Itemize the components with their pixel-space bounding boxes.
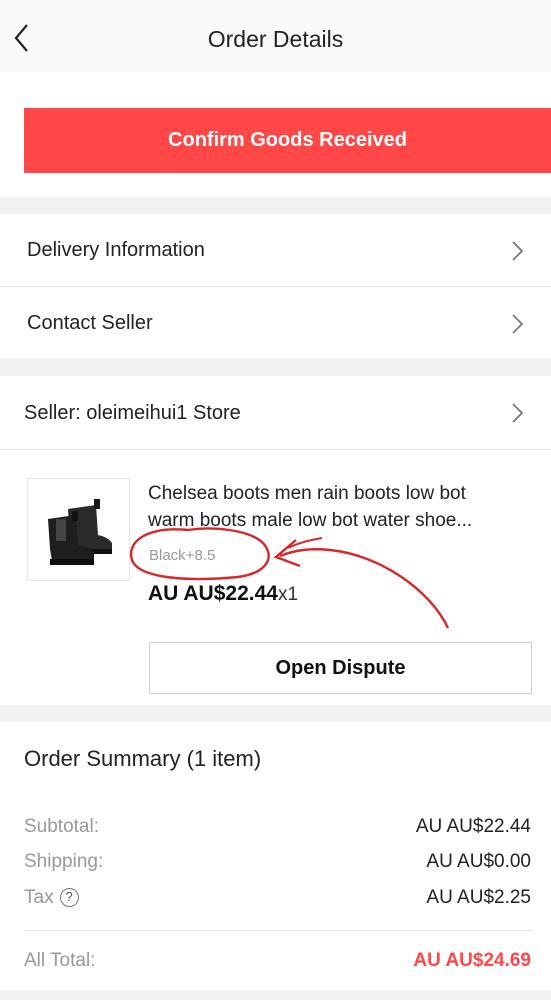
product-title[interactable]: Chelsea boots men rain boots low bot war… (148, 480, 538, 534)
tax-row-label: Tax? (24, 887, 79, 909)
chelsea-boots-image-icon (28, 479, 129, 580)
divider (24, 930, 532, 931)
contact-seller-row[interactable]: Contact Seller (0, 287, 551, 358)
confirm-section: Confirm Goods Received (0, 72, 551, 197)
product-image[interactable] (27, 478, 130, 581)
total-value: AU AU$24.69 (413, 950, 531, 971)
order-links-section: Delivery Information Contact Seller (0, 214, 551, 358)
shipping-value: AU AU$0.00 (426, 851, 531, 872)
tax-value: AU AU$2.25 (426, 887, 531, 908)
shipping-label: Shipping: (24, 851, 104, 872)
seller-row[interactable]: Seller: oleimeihui1 Store (0, 376, 551, 449)
tax-label: Tax (24, 887, 54, 908)
delivery-information-label: Delivery Information (27, 239, 205, 261)
delivery-information-row[interactable]: Delivery Information (0, 214, 551, 286)
product-quantity: x1 (277, 584, 299, 605)
product-price: AU AU$22.44x1 (148, 582, 298, 606)
price-value: AU AU$22.44 (148, 582, 278, 605)
product-title-line: warm boots male low bot water shoe... (148, 510, 473, 531)
total-label: All Total: (24, 950, 96, 971)
confirm-goods-received-button[interactable]: Confirm Goods Received (24, 108, 551, 173)
page-title: Order Details (207, 26, 344, 52)
subtotal-value: AU AU$22.44 (415, 816, 531, 837)
product-sku: Black+8.5 (149, 547, 216, 564)
subtotal-label: Subtotal: (24, 816, 99, 837)
open-dispute-button[interactable]: Open Dispute (149, 642, 532, 694)
divider (0, 449, 551, 450)
chevron-right-icon (512, 241, 524, 261)
help-icon[interactable]: ? (59, 888, 79, 907)
chevron-right-icon (512, 314, 524, 334)
order-summary-title: Order Summary (1 item) (24, 746, 262, 771)
product-title-line: Chelsea boots men rain boots low bot (148, 483, 466, 504)
top-bar: Order Details (0, 0, 551, 72)
contact-seller-label: Contact Seller (27, 312, 153, 334)
seller-name: Seller: oleimeihui1 Store (24, 402, 241, 424)
chevron-right-icon (512, 403, 524, 423)
